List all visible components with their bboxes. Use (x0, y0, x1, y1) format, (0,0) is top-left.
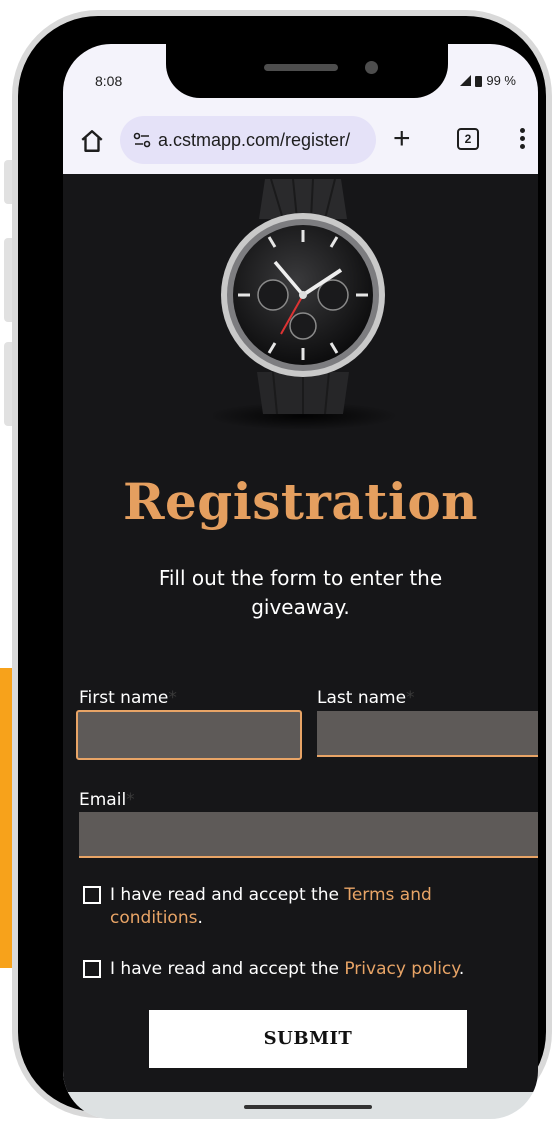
home-gesture-bar[interactable] (244, 1105, 372, 1109)
watch-image (213, 178, 398, 430)
home-icon[interactable] (79, 128, 105, 154)
page-title: Registration (122, 472, 479, 531)
tab-count-icon[interactable]: 2 (457, 128, 479, 150)
privacy-text: I have read and accept the Privacy polic… (110, 959, 465, 979)
last-name-input[interactable] (317, 711, 538, 757)
privacy-consent-row: I have read and accept the Privacy polic… (83, 958, 523, 981)
phone-bezel: 8:08 99 % a.cstmapp.com/register/ + 2 Re… (18, 16, 546, 1119)
more-menu-icon[interactable] (520, 128, 526, 152)
first-name-input[interactable] (76, 710, 302, 760)
last-name-label: Last name* (317, 688, 415, 708)
registration-page: Registration Fill out the form to enter … (63, 174, 538, 1092)
site-settings-icon[interactable] (132, 130, 152, 150)
terms-checkbox[interactable] (83, 886, 101, 904)
status-indicators: 99 % (460, 73, 516, 88)
terms-text: I have read and accept the Terms and con… (110, 885, 432, 928)
browser-toolbar: a.cstmapp.com/register/ + 2 (63, 112, 538, 174)
phone-frame: 8:08 99 % a.cstmapp.com/register/ + 2 Re… (12, 10, 552, 1119)
camera-notch (166, 44, 448, 98)
terms-consent-row: I have read and accept the Terms and con… (83, 884, 503, 930)
page-subtitle: Fill out the form to enter the giveaway. (158, 566, 443, 619)
url-bar[interactable]: a.cstmapp.com/register/ (120, 116, 376, 164)
submit-button[interactable]: SUBMIT (149, 1010, 467, 1068)
privacy-checkbox[interactable] (83, 960, 101, 978)
phone-screen: 8:08 99 % a.cstmapp.com/register/ + 2 Re… (63, 44, 538, 1119)
email-input[interactable] (79, 812, 538, 858)
signal-icon (460, 75, 472, 86)
first-name-label: First name* (79, 688, 177, 708)
url-text: a.cstmapp.com/register/ (158, 129, 351, 150)
email-label: Email* (79, 790, 135, 810)
status-time: 8:08 (95, 73, 123, 89)
battery-icon (475, 75, 483, 87)
speaker-grille (264, 64, 338, 71)
privacy-link[interactable]: Privacy policy (344, 959, 459, 979)
battery-percent: 99 % (486, 73, 516, 88)
new-tab-plus-icon[interactable]: + (393, 124, 411, 154)
front-camera (365, 61, 378, 74)
